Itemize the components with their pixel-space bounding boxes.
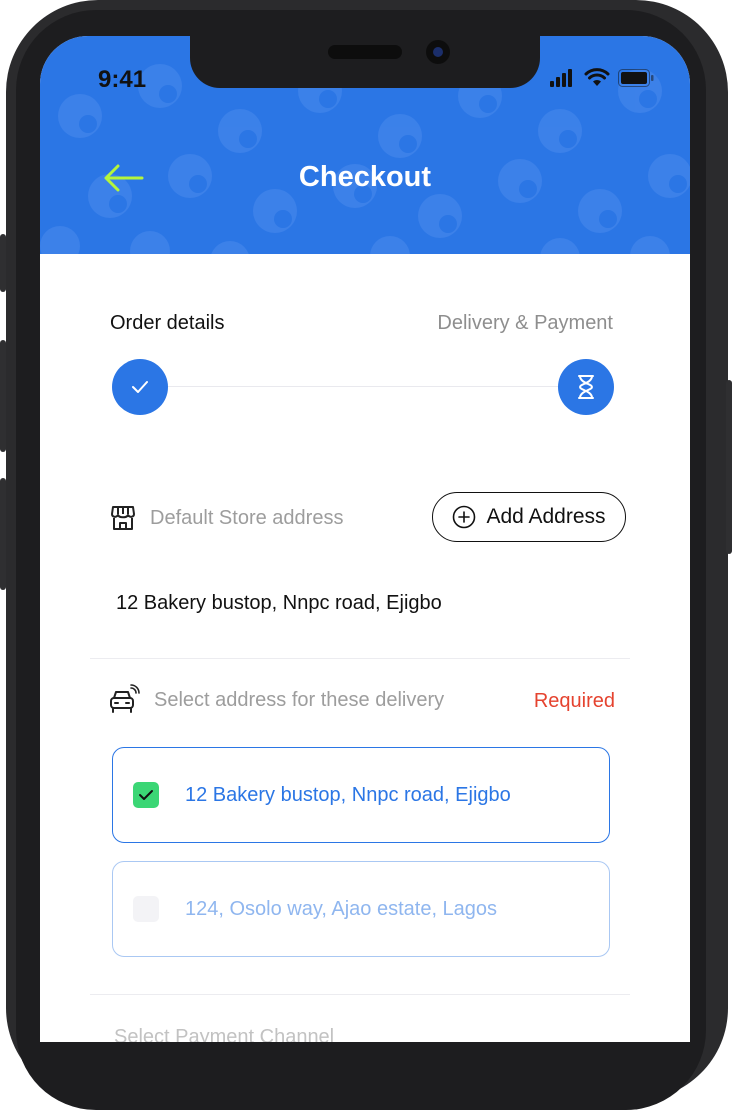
address-option-text: 124, Osolo way, Ajao estate, Lagos <box>185 897 498 920</box>
checkmark-icon <box>139 790 153 800</box>
mute-switch <box>0 234 6 292</box>
add-address-label: Add Address <box>486 505 606 528</box>
step-delivery-payment[interactable]: Delivery & Payment <box>437 312 613 335</box>
address-option-2[interactable]: 124, Osolo way, Ajao estate, Lagos <box>112 861 610 957</box>
app-screen: 9:41 Checkout Order details Delivery & P… <box>40 36 690 1042</box>
checkmark-icon <box>132 381 148 393</box>
volume-up-button <box>0 340 6 452</box>
store-address-text: 12 Bakery bustop, Nnpc road, Ejigbo <box>116 592 442 614</box>
address-checkbox-unchecked[interactable] <box>133 896 159 922</box>
add-address-button[interactable]: Add Address <box>432 492 626 542</box>
default-store-row: Default Store address <box>110 504 343 532</box>
status-icons <box>550 68 654 88</box>
checkout-header: 9:41 Checkout <box>40 36 690 254</box>
front-camera <box>426 40 450 64</box>
page-title: Checkout <box>298 161 432 193</box>
delivery-car-icon <box>110 684 140 713</box>
stepper-line <box>140 386 588 387</box>
hourglass-icon <box>578 375 594 399</box>
power-button <box>726 380 732 554</box>
step-order-details[interactable]: Order details <box>110 312 225 335</box>
volume-down-button <box>0 478 6 590</box>
speaker-grille <box>328 45 402 59</box>
step-completed-indicator <box>112 359 168 415</box>
wifi-icon <box>584 68 610 86</box>
required-badge: Required <box>533 690 615 712</box>
delivery-address-row: Select address for these delivery <box>108 684 444 716</box>
address-option-1[interactable]: 12 Bakery bustop, Nnpc road, Ejigbo <box>112 747 610 843</box>
delivery-address-label: Select address for these delivery <box>154 688 445 711</box>
section-divider <box>90 994 630 995</box>
plus-circle-icon <box>453 505 476 529</box>
status-time: 9:41 <box>98 66 147 93</box>
default-store-label: Default Store address <box>150 506 344 529</box>
step-pending-indicator <box>558 359 614 415</box>
store-icon <box>111 506 135 530</box>
section-divider <box>90 658 630 659</box>
payment-channel-label: Select Payment Channel <box>114 1026 335 1042</box>
address-option-text: 12 Bakery bustop, Nnpc road, Ejigbo <box>185 783 511 806</box>
battery-icon <box>618 69 654 87</box>
address-checkbox-checked[interactable] <box>133 782 159 808</box>
cellular-signal-icon <box>550 69 572 87</box>
device-notch <box>190 36 540 88</box>
